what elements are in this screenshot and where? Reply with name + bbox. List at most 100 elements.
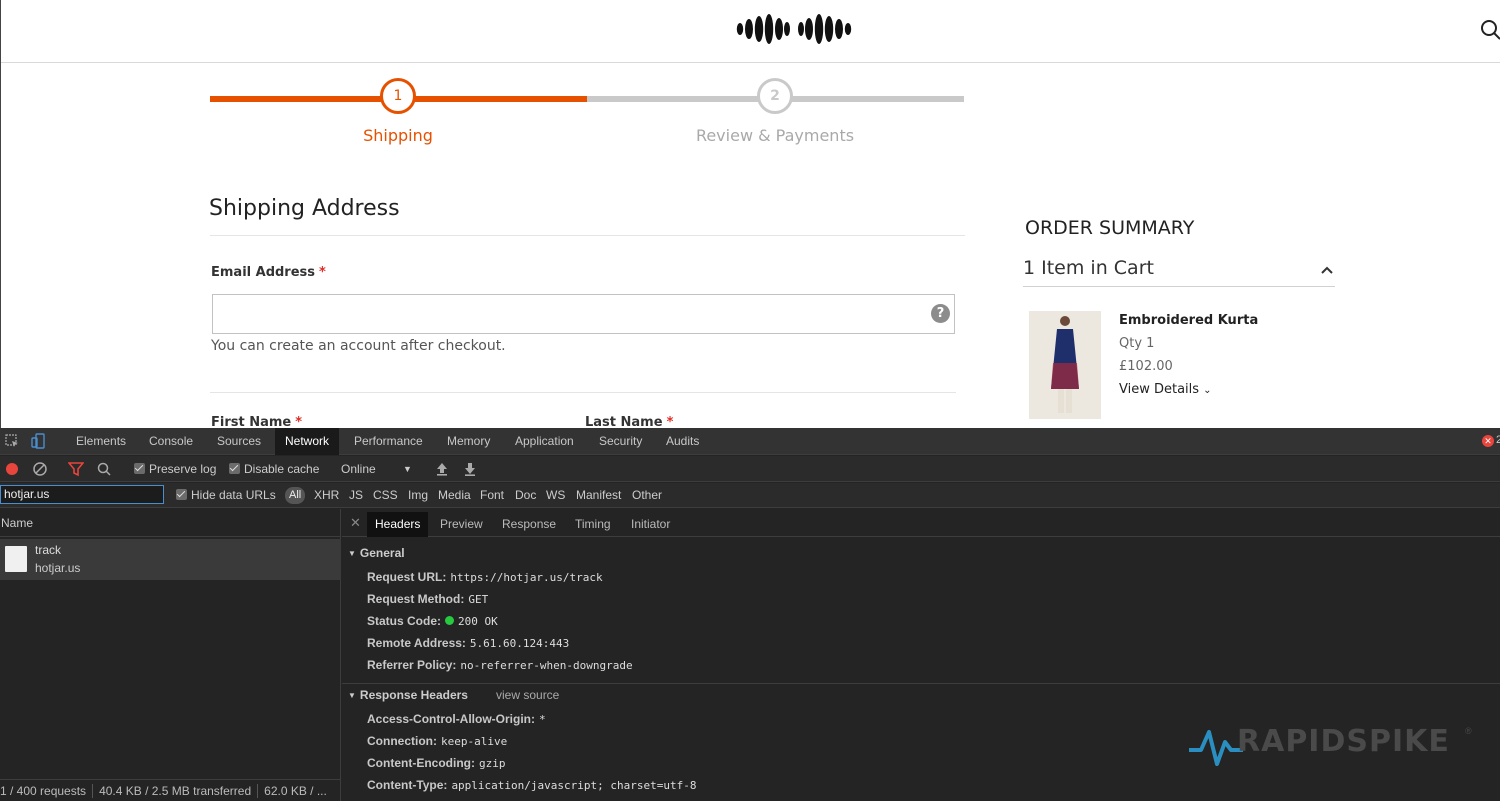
header-key: Status Code: xyxy=(367,614,442,628)
tab-memory[interactable]: Memory xyxy=(437,428,500,455)
inspect-element-icon[interactable] xyxy=(4,433,20,449)
required-mark: * xyxy=(295,415,303,428)
header-key: Content-Encoding: xyxy=(367,756,475,770)
header-value: no-referrer-when-downgrade xyxy=(460,659,633,672)
checkbox-checked-icon xyxy=(176,489,187,500)
detail-tab-initiator[interactable]: Initiator xyxy=(623,512,678,537)
tab-performance[interactable]: Performance xyxy=(344,428,433,455)
name-column-header[interactable]: Name xyxy=(0,509,341,537)
filter-type-ws[interactable]: WS xyxy=(546,483,565,508)
detail-tab-bar: ✕ Headers Preview Response Timing Initiator xyxy=(342,509,1500,537)
filter-icon[interactable] xyxy=(68,461,84,477)
tab-application[interactable]: Application xyxy=(505,428,584,455)
search-icon[interactable] xyxy=(96,461,112,477)
filter-input[interactable]: hotjar.us xyxy=(0,485,164,504)
network-status-bar: 1 / 400 requests 40.4 KB / 2.5 MB transfe… xyxy=(0,779,341,801)
request-count: 1 / 400 requests xyxy=(0,784,87,798)
detail-tab-headers[interactable]: Headers xyxy=(367,512,429,537)
separator xyxy=(257,784,259,798)
disable-cache-checkbox[interactable]: Disable cache xyxy=(229,456,319,482)
product-price: £102.00 xyxy=(1119,359,1173,374)
triangle-down-icon: ▼ xyxy=(348,691,356,700)
record-icon[interactable] xyxy=(4,461,20,477)
last-name-label-text: Last Name xyxy=(585,415,663,428)
chevron-up-icon[interactable] xyxy=(1319,262,1335,278)
header-row: Access-Control-Allow-Origin: * xyxy=(367,712,546,726)
device-toolbar-icon[interactable] xyxy=(31,433,47,449)
response-headers-title: Response Headers xyxy=(359,688,468,702)
filter-type-img[interactable]: Img xyxy=(408,483,428,508)
devtools-panel: Elements Console Sources Network Performance… xyxy=(0,428,1500,801)
response-headers-section-header[interactable]: ▼ Response Headers xyxy=(348,688,468,702)
resources-size: 62.0 KB / ... xyxy=(264,784,327,798)
header-row: Content-Encoding: gzip xyxy=(367,756,505,770)
devtools-tab-bar: Elements Console Sources Network Performance… xyxy=(0,428,1500,455)
detail-tab-response[interactable]: Response xyxy=(494,512,564,537)
detail-tab-preview[interactable]: Preview xyxy=(432,512,491,537)
view-details-toggle[interactable]: View Details ⌄ xyxy=(1119,382,1211,397)
search-icon[interactable] xyxy=(1479,18,1500,42)
clear-icon[interactable] xyxy=(32,461,48,477)
header-key: Request Method: xyxy=(367,592,465,606)
hide-data-urls-checkbox[interactable]: Hide data URLs xyxy=(176,483,276,508)
preserve-log-checkbox[interactable]: Preserve log xyxy=(134,456,216,482)
header-key: Connection: xyxy=(367,734,437,748)
step-shipping-label[interactable]: Shipping xyxy=(248,126,548,145)
request-name: track xyxy=(35,543,62,557)
filter-type-other[interactable]: Other xyxy=(632,483,662,508)
tab-security[interactable]: Security xyxy=(589,428,652,455)
last-name-label: Last Name * xyxy=(585,415,673,428)
import-har-icon[interactable] xyxy=(434,461,450,477)
general-title: General xyxy=(359,546,405,560)
filter-type-font[interactable]: Font xyxy=(480,483,504,508)
close-icon[interactable]: ✕ xyxy=(350,515,361,531)
filter-type-xhr[interactable]: XHR xyxy=(314,483,339,508)
help-icon[interactable]: ? xyxy=(931,304,950,323)
tab-elements[interactable]: Elements xyxy=(66,428,136,455)
header-key: Remote Address: xyxy=(367,636,466,650)
filter-type-all[interactable]: All xyxy=(285,487,306,504)
header-key: Request URL: xyxy=(367,570,447,584)
export-har-icon[interactable] xyxy=(462,461,478,477)
detail-tab-timing[interactable]: Timing xyxy=(567,512,619,537)
tab-audits[interactable]: Audits xyxy=(656,428,709,455)
filter-type-media[interactable]: Media xyxy=(438,483,471,508)
filter-type-doc[interactable]: Doc xyxy=(515,483,536,508)
chevron-down-icon: ⌄ xyxy=(1203,385,1212,396)
cart-count[interactable]: 1 Item in Cart xyxy=(1023,257,1154,279)
section-title: Shipping Address xyxy=(209,196,400,221)
tab-sources[interactable]: Sources xyxy=(207,428,271,455)
step-1-circle: 1 xyxy=(380,78,416,114)
error-count[interactable]: 2 xyxy=(1496,434,1500,446)
disable-cache-label: Disable cache xyxy=(244,462,320,476)
tab-console[interactable]: Console xyxy=(139,428,203,455)
filter-type-css[interactable]: CSS xyxy=(373,483,398,508)
view-details-label: View Details xyxy=(1119,382,1200,397)
filter-type-manifest[interactable]: Manifest xyxy=(576,483,621,508)
throttle-select[interactable]: Online ▼ xyxy=(341,456,416,482)
divider xyxy=(210,235,965,236)
general-section-header[interactable]: ▼ General xyxy=(348,546,405,560)
first-name-label: First Name * xyxy=(211,415,302,428)
product-image[interactable] xyxy=(1029,311,1101,419)
brand-logo-icon[interactable] xyxy=(735,12,853,46)
first-name-label-text: First Name xyxy=(211,415,292,428)
request-row[interactable]: track hotjar.us xyxy=(0,539,341,580)
email-input[interactable] xyxy=(212,294,955,334)
step-review-label: Review & Payments xyxy=(695,126,855,145)
filter-bar: hotjar.us Hide data URLs All XHR JS CSS Img M… xyxy=(0,483,1500,508)
view-source-link[interactable]: view source xyxy=(496,688,559,702)
required-mark: * xyxy=(319,265,326,280)
header-row: Status Code: 200 OK xyxy=(367,614,498,628)
tab-network[interactable]: Network xyxy=(275,428,340,455)
header-row: Request Method: GET xyxy=(367,592,488,606)
error-badge-icon[interactable]: ✕ xyxy=(1482,435,1494,447)
checkbox-checked-icon xyxy=(134,463,145,474)
filter-type-js[interactable]: JS xyxy=(349,483,363,508)
network-toolbar: Preserve log Disable cache Online ▼ xyxy=(0,456,1500,482)
triangle-down-icon: ▼ xyxy=(348,549,356,558)
product-name: Embroidered Kurta xyxy=(1119,313,1259,328)
transferred-size: 40.4 KB / 2.5 MB transferred xyxy=(99,784,252,798)
header-key: Referrer Policy: xyxy=(367,658,457,672)
header-value: gzip xyxy=(478,757,506,770)
